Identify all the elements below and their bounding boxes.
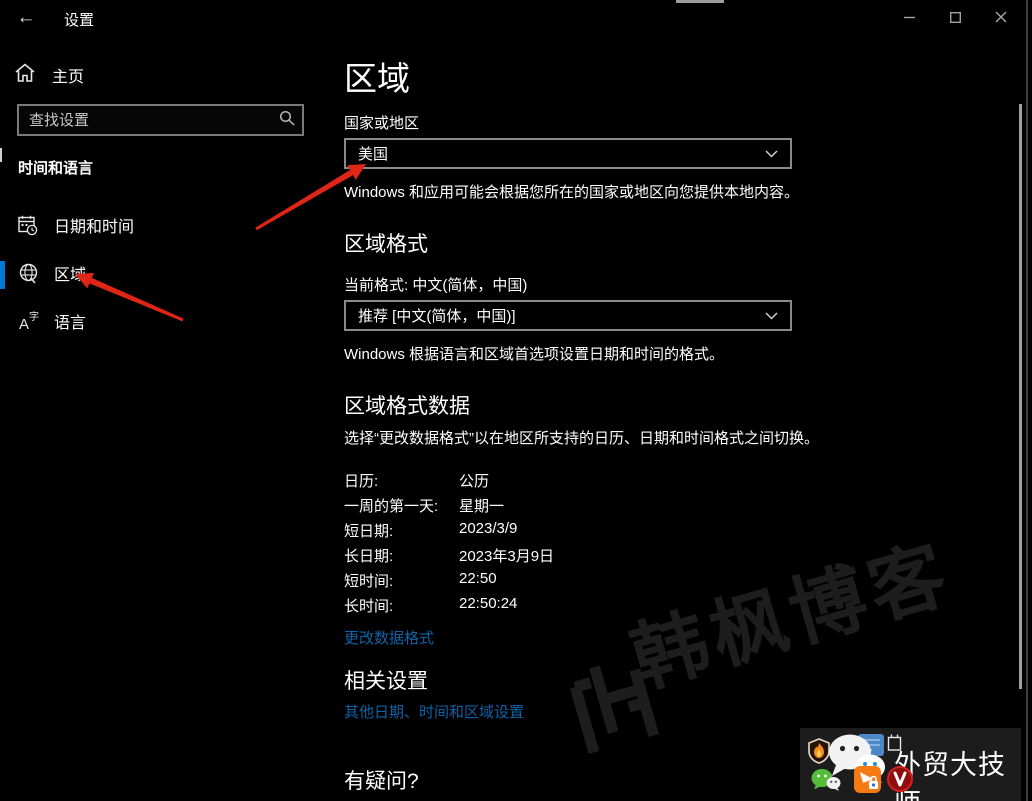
red-check-icon[interactable]	[887, 766, 913, 797]
format-data-heading: 区域格式数据	[344, 390, 470, 420]
search-input[interactable]	[19, 112, 272, 129]
row-value: 公历	[459, 470, 489, 495]
watermark-text: 韩枫博客	[617, 512, 963, 708]
chevron-down-icon	[765, 145, 778, 163]
page-title: 区域	[344, 52, 410, 100]
country-label: 国家或地区	[344, 112, 419, 133]
sidebar-item-label: 主页	[52, 63, 84, 87]
left-arrow-icon: ←	[17, 7, 36, 28]
watermark-logo-icon	[554, 636, 682, 774]
row-label: 短日期:	[344, 520, 459, 545]
table-row: 短时间: 22:50	[344, 570, 497, 595]
search-box	[17, 104, 304, 136]
svg-text:字: 字	[29, 310, 39, 323]
row-label: 长日期:	[344, 545, 459, 570]
table-row: 日历: 公历	[344, 470, 489, 495]
row-value: 星期一	[459, 495, 504, 520]
sidebar-item-region[interactable]: 区域	[0, 253, 310, 293]
back-button[interactable]: ←	[12, 6, 40, 30]
related-settings-heading: 相关设置	[344, 665, 428, 695]
regional-format-combobox-value: 推荐 [中文(简体，中国)]	[358, 305, 516, 326]
current-format-text: 当前格式: 中文(简体，中国)	[344, 274, 527, 295]
country-combobox-value: 美国	[358, 143, 388, 164]
country-combobox[interactable]: 美国	[344, 138, 792, 169]
row-label: 日历:	[344, 470, 459, 495]
table-row: 短日期: 2023/3/9	[344, 520, 517, 545]
question-heading: 有疑问?	[344, 765, 419, 795]
format-data-description: 选择“更改数据格式”以在地区所支持的日历、日期和时间格式之间切换。	[344, 427, 1004, 448]
row-value: 22:50	[459, 570, 497, 595]
sidebar-item-language[interactable]: A 字 语言	[0, 301, 310, 341]
row-label: 短时间:	[344, 570, 459, 595]
sidebar-group-header: 时间和语言	[18, 157, 93, 178]
window-title: 设置	[64, 9, 94, 30]
top-scroll-strip	[676, 0, 724, 3]
screen-edge-artifact	[0, 148, 2, 162]
table-row: 一周的第一天: 星期一	[344, 495, 504, 520]
table-row: 长日期: 2023年3月9日	[344, 545, 554, 570]
remote-app-icon[interactable]	[854, 766, 881, 798]
table-row: 长时间: 22:50:24	[344, 595, 517, 620]
calendar-clock-icon	[18, 215, 54, 236]
minimize-button[interactable]	[886, 0, 932, 34]
vertical-scrollbar-thumb[interactable]	[1019, 104, 1022, 689]
language-icon: A 字	[18, 310, 54, 332]
regional-format-combobox[interactable]: 推荐 [中文(简体，中国)]	[344, 300, 792, 331]
sidebar-item-label: 日期和时间	[54, 213, 134, 237]
maximize-icon	[950, 12, 961, 23]
window-right-border	[1026, 0, 1028, 801]
sidebar-item-home[interactable]: 主页	[14, 60, 304, 90]
minimize-icon	[904, 12, 915, 23]
tray-popup: 外贸大技师	[800, 728, 1021, 801]
row-label: 长时间:	[344, 595, 459, 620]
search-icon[interactable]	[272, 110, 302, 131]
row-value: 2023年3月9日	[459, 545, 554, 570]
sidebar-item-label: 语言	[54, 309, 86, 333]
row-label: 一周的第一天:	[344, 495, 459, 520]
additional-settings-link[interactable]: 其他日期、时间和区域设置	[344, 701, 524, 722]
settings-window: ← 设置 主页 时间和语言	[0, 0, 1032, 801]
globe-icon	[18, 263, 54, 284]
home-icon	[14, 63, 50, 88]
svg-text:A: A	[19, 316, 29, 332]
regional-format-heading: 区域格式	[344, 228, 428, 258]
maximize-button[interactable]	[932, 0, 978, 34]
selected-item-accent-bar	[0, 261, 5, 289]
wechat-small-icon[interactable]	[811, 768, 841, 797]
row-value: 2023/3/9	[459, 520, 517, 545]
sidebar-item-date-time[interactable]: 日期和时间	[0, 205, 310, 245]
change-data-formats-link[interactable]: 更改数据格式	[344, 627, 434, 648]
sidebar-item-label: 区域	[54, 261, 86, 285]
regional-format-description: Windows 根据语言和区域首选项设置日期和时间的格式。	[344, 343, 1004, 364]
chevron-down-icon	[765, 307, 778, 325]
close-icon	[995, 11, 1007, 23]
close-button[interactable]	[978, 0, 1024, 34]
row-value: 22:50:24	[459, 595, 517, 620]
tray-popup-label: 外贸大技师	[894, 743, 1021, 801]
country-description: Windows 和应用可能会根据您所在的国家或地区向您提供本地内容。	[344, 181, 1004, 202]
window-controls	[886, 0, 1024, 34]
